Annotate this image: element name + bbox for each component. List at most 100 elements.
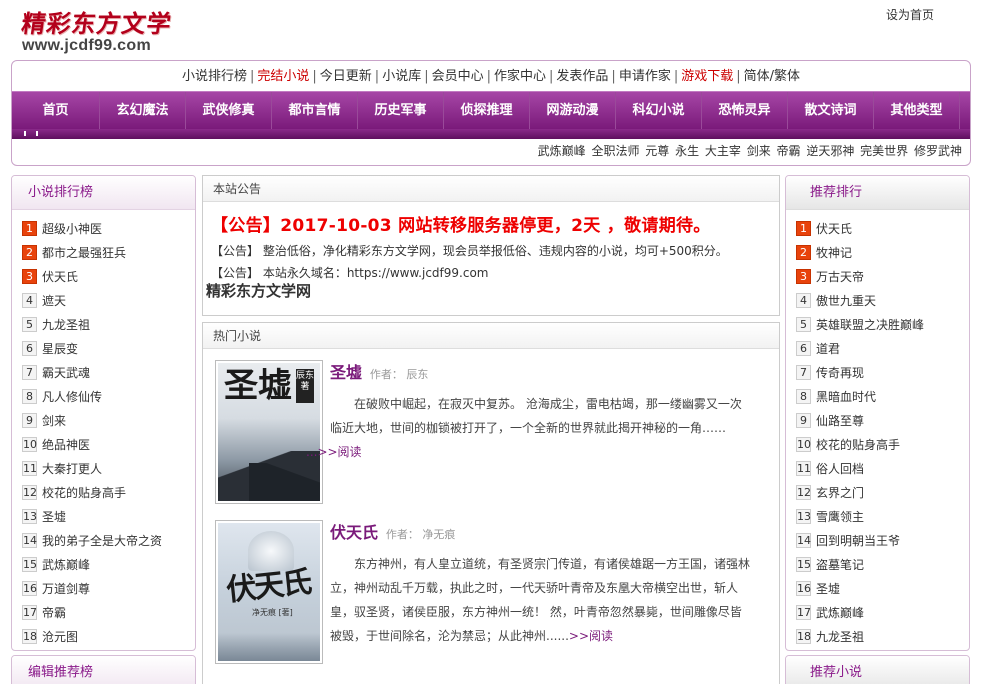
left-sidebar: 小说排行榜 1 超级小神医 2 都市之最强狂兵 3 伏天氏 4 遮天 5 九龙圣祖 6 星辰变 7 霸天武… [11,175,196,684]
nav-item[interactable]: 其他类型 [874,92,960,130]
site-logo[interactable]: 精彩东方文学 www.jcdf99.com [20,4,200,54]
recommend-rank-list: 1 伏天氏 2 牧神记 3 万古天帝 4 傲世九重天 5 英雄联盟之决胜巅峰 6 道君 7 传奇再现 8 黑暗… [786,210,969,648]
rank-item-link[interactable]: 我的弟子全是大帝之资 [42,532,162,549]
top-link[interactable]: 游戏下载 [681,69,733,84]
rank-item-link[interactable]: 九龙圣祖 [42,316,90,333]
rank-item-link[interactable]: 大秦打更人 [42,460,102,477]
hot-novels-header: 热门小说 [203,323,779,349]
set-homepage-link[interactable]: 设为首页 [886,6,934,23]
rank-item-link[interactable]: 都市之最强狂兵 [42,244,126,261]
rank-item-link[interactable]: 玄界之门 [816,484,864,501]
rank-number: 18 [22,628,37,644]
nav-item[interactable]: 散文诗词 [788,92,874,130]
rank-item-link[interactable]: 傲世九重天 [816,292,876,309]
rank-item-link[interactable]: 校花的贴身高手 [42,484,126,501]
rank-number: 1 [22,220,37,236]
rank-item-link[interactable]: 伏天氏 [42,268,78,285]
rank-item: 3 伏天氏 [22,264,195,288]
rank-item-link[interactable]: 星辰变 [42,340,78,357]
logo-url: www.jcdf99.com [22,37,151,54]
hot-keywords[interactable]: 武炼巅峰 全职法师 元尊 永生 大主宰 剑来 帝霸 逆天邪神 完美世界 修罗武神 [538,139,962,163]
rank-item-link[interactable]: 万古天帝 [816,268,864,285]
link-separator: | [736,69,741,84]
read-more-link[interactable]: >>阅读 [569,629,613,643]
rank-number: 3 [22,268,37,284]
rank-number: 12 [22,484,37,500]
rank-item: 12 玄界之门 [796,480,969,504]
rank-item-link[interactable]: 绝品神医 [42,436,90,453]
rank-item-link[interactable]: 伏天氏 [816,220,852,237]
top-link[interactable]: 会员中心 [432,69,484,84]
read-more-link[interactable]: ...>>阅读 [306,445,362,459]
link-separator: | [249,69,255,84]
top-link[interactable]: 小说库 [382,69,421,84]
nav-item[interactable]: 网游动漫 [530,92,616,130]
rank-item-link[interactable]: 雪鹰领主 [816,508,864,525]
rank-item-link[interactable]: 剑来 [42,412,66,429]
rank-number: 16 [22,580,37,596]
rank-item-link[interactable]: 英雄联盟之决胜巅峰 [816,316,924,333]
rank-item-link[interactable]: 道君 [816,340,840,357]
rank-number: 8 [796,388,811,404]
ranking-title: 小说排行榜 [12,176,195,210]
rank-item-link[interactable]: 黑暗血时代 [816,388,876,405]
rank-item: 16 万道剑尊 [22,576,195,600]
notice-headline: 【公告】2017-10-03 网站转移服务器停更，2天 ，敬请期待。 [211,216,711,236]
book-title-link[interactable]: 伏天氏 [330,523,378,542]
rank-item-link[interactable]: 仙路至尊 [816,412,864,429]
top-link[interactable]: 完结小说 [257,69,309,84]
nav-item[interactable]: 都市言情 [272,92,358,130]
rank-item-link[interactable]: 凡人修仙传 [42,388,102,405]
rank-number: 16 [796,580,811,596]
book-cover[interactable]: 伏天氏 净无痕 [著] [215,520,323,664]
nav-item[interactable]: 科幻小说 [616,92,702,130]
nav-item[interactable]: 侦探推理 [444,92,530,130]
top-link[interactable]: 作家中心 [494,69,546,84]
hot-novels-panel: 热门小说 圣墟 辰东著 圣墟 作者： 辰东 在破败中崛起，在寂灭中复苏。 沧海成… [202,322,780,684]
rank-item: 8 凡人修仙传 [22,384,195,408]
top-link[interactable]: 今日更新 [320,69,372,84]
rank-item: 17 武炼巅峰 [796,600,969,624]
rank-item-link[interactable]: 超级小神医 [42,220,102,237]
rank-number: 13 [796,508,811,524]
book-cover[interactable]: 圣墟 辰东著 [215,360,323,504]
rank-number: 13 [22,508,37,524]
rank-item-link[interactable]: 武炼巅峰 [42,556,90,573]
book-title-link[interactable]: 圣墟 [330,363,362,382]
cover-title: 伏天氏 [224,564,312,609]
cover-seal: 辰东著 [296,369,314,403]
nav-item[interactable]: 恐怖灵异 [702,92,788,130]
nav-item[interactable]: 历史军事 [358,92,444,130]
rank-item-link[interactable]: 校花的贴身高手 [816,436,900,453]
top-link[interactable]: 申请作家 [619,69,671,84]
rank-item-link[interactable]: 武炼巅峰 [816,604,864,621]
rank-item-link[interactable]: 盗墓笔记 [816,556,864,573]
rank-item-link[interactable]: 万道剑尊 [42,580,90,597]
rank-number: 12 [796,484,811,500]
rank-number: 6 [796,340,811,356]
top-link[interactable]: 发表作品 [556,69,608,84]
rank-item: 8 黑暗血时代 [796,384,969,408]
rank-item: 15 盗墓笔记 [796,552,969,576]
rank-item-link[interactable]: 回到明朝当王爷 [816,532,900,549]
top-links: 小说排行榜 | 完结小说 | 今日更新 | 小说库 | 会员中心 | 作家中心 | 发表作品 | 申请作家 |… [12,61,970,92]
nav-item[interactable]: 武侠修真 [186,92,272,130]
rank-item-link[interactable]: 遮天 [42,292,66,309]
top-link[interactable]: 简体/繁体 [744,69,800,84]
rank-number: 7 [796,364,811,380]
rank-item-link[interactable]: 霸天武魂 [42,364,90,381]
nav-item[interactable]: 玄幻魔法 [100,92,186,130]
rank-item: 2 都市之最强狂兵 [22,240,195,264]
top-link[interactable]: 小说排行榜 [182,69,247,84]
rank-item-link[interactable]: 圣墟 [816,580,840,597]
rank-item-link[interactable]: 九龙圣祖 [816,628,864,645]
rank-item-link[interactable]: 传奇再现 [816,364,864,381]
rank-item-link[interactable]: 圣墟 [42,508,66,525]
rank-item: 1 伏天氏 [796,216,969,240]
rank-item-link[interactable]: 牧神记 [816,244,852,261]
rank-item: 15 武炼巅峰 [22,552,195,576]
rank-item-link[interactable]: 帝霸 [42,604,66,621]
rank-item-link[interactable]: 俗人回档 [816,460,864,477]
nav-item[interactable]: 首页 [12,92,100,130]
rank-item-link[interactable]: 沧元图 [42,628,78,645]
